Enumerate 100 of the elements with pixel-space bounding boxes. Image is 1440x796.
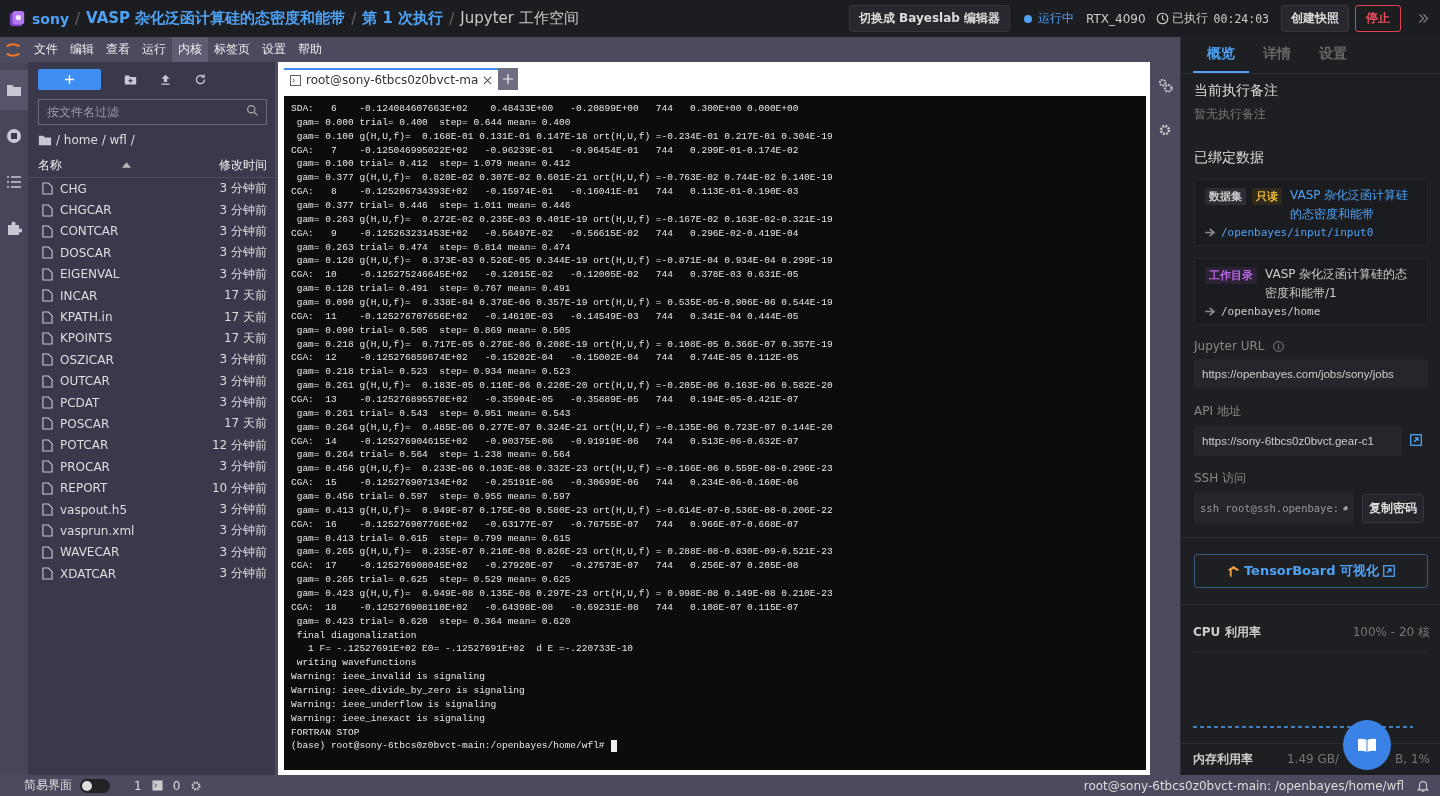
- switch-editor-button[interactable]: 切换成 Bayeslab 编辑器: [848, 5, 1011, 32]
- close-icon[interactable]: [483, 75, 493, 85]
- terminal-line: gam= 0.423 g(H,U,f)= 0.949E-08 0.135E-08 0.297E-23 ort(H,U,f) = 0.998E-08 0.149E-08 0.210E-23: [295, 588, 833, 600]
- kernel-count: 1: [134, 778, 142, 793]
- file-name[interactable]: REPORT: [60, 481, 212, 496]
- tag: 工作目录: [1205, 267, 1257, 284]
- tensorboard-button[interactable]: TensorBoard 可视化: [1194, 554, 1428, 588]
- file-icon: [42, 545, 53, 559]
- refresh-icon[interactable]: [194, 72, 207, 86]
- menu-item[interactable]: 标签页: [208, 37, 256, 62]
- gear-icon[interactable]: [1158, 123, 1172, 137]
- menu-item[interactable]: 查看: [100, 37, 136, 62]
- file-name[interactable]: CHGCAR: [60, 203, 220, 218]
- breadcrumb-link[interactable]: 第 1 次执行: [362, 9, 444, 28]
- menu-item[interactable]: 帮助: [292, 37, 328, 62]
- file-name[interactable]: vasprun.xml: [60, 523, 220, 538]
- new-folder-icon[interactable]: [124, 72, 137, 86]
- breadcrumb-link[interactable]: VASP 杂化泛函计算硅的态密度和能带: [86, 9, 346, 28]
- file-name[interactable]: XDATCAR: [60, 566, 220, 581]
- modified-time: 3 分钟前: [219, 201, 267, 219]
- add-tab-icon[interactable]: [498, 68, 519, 90]
- terminal-panel[interactable]: [284, 96, 1146, 770]
- file-name[interactable]: WAVECAR: [60, 545, 220, 560]
- terminal-line: gam= 0.265 trial= 0.625 step= 0.529 mean= 0.625: [295, 574, 571, 587]
- modified-time: 3 分钟前: [219, 522, 267, 540]
- terminal-line: CGA: 10 -0.125275246645E+02 -0.12015E-02 -0.12005E-02 744 0.378E-03 0.631E-05: [291, 269, 799, 282]
- external-link-icon[interactable]: [1410, 434, 1422, 446]
- elapsed-time: 00:24:03: [1213, 11, 1269, 26]
- file-name[interactable]: PCDAT: [60, 395, 220, 410]
- double-chevron-icon[interactable]: [1417, 12, 1430, 25]
- mount-path: /openbayes/home: [1221, 305, 1321, 318]
- folder-tab-icon[interactable]: [0, 70, 28, 110]
- terminal-line: gam= 0.218 g(H,U,f)= 0.717E-05 0.278E-06 0.208E-19 ort(H,U,f) = 0.108E-05 0.366E-07 0.357E-19: [295, 338, 833, 351]
- toggle-switch[interactable]: [80, 778, 110, 793]
- file-icon: [42, 246, 53, 260]
- modified-time: 17 天前: [223, 415, 267, 433]
- logo-icon: [1226, 564, 1240, 578]
- url-field[interactable]: https://openbayes.com/jobs/sony/jobs: [1194, 359, 1428, 389]
- modified-time: 3 分钟前: [219, 265, 267, 283]
- gear-icon[interactable]: [190, 779, 203, 792]
- menu-item[interactable]: 设置: [256, 37, 292, 62]
- panel-tab[interactable]: 概览: [1193, 37, 1249, 73]
- upload-icon[interactable]: [159, 72, 172, 86]
- column-header[interactable]: 修改时间: [219, 156, 267, 174]
- breadcrumb-path[interactable]: / home / wfl /: [56, 133, 135, 147]
- snapshot-button[interactable]: 创建快照: [1281, 5, 1349, 32]
- breadcrumb-separator: /: [449, 9, 455, 28]
- menu-item[interactable]: 内核: [172, 37, 208, 62]
- file-icon: [42, 374, 53, 388]
- bell-icon[interactable]: [1416, 778, 1430, 793]
- modified-time: 17 天前: [223, 287, 267, 305]
- filter-field[interactable]: 按文件名过滤: [38, 99, 267, 125]
- stop-button[interactable]: 停止: [1355, 5, 1401, 32]
- file-name[interactable]: OUTCAR: [60, 374, 220, 389]
- file-name[interactable]: PROCAR: [60, 459, 220, 474]
- file-name[interactable]: INCAR: [60, 288, 224, 303]
- copy-password-button[interactable]: 复制密码: [1362, 493, 1424, 523]
- dataset-link[interactable]: VASP 杂化泛函计算硅的态密度和能带: [1290, 186, 1419, 224]
- breadcrumb-current: Jupyter 工作空间: [460, 9, 579, 28]
- file-name[interactable]: POSCAR: [60, 417, 224, 431]
- gears-icon[interactable]: [1157, 78, 1173, 93]
- file-icon: [42, 438, 53, 452]
- menu-item[interactable]: 文件: [28, 37, 64, 62]
- column-header[interactable]: 名称: [38, 156, 62, 174]
- metric-value: 1.49 GB/: [1287, 752, 1340, 766]
- sort-caret-icon[interactable]: [122, 162, 131, 168]
- new-launcher-button[interactable]: [38, 68, 101, 90]
- terminal-line: gam= 0.261 trial= 0.543 step= 0.951 mean= 0.543: [295, 407, 571, 420]
- file-name[interactable]: vaspout.h5: [60, 502, 220, 517]
- text-cursor: [610, 740, 617, 753]
- modified-time: 3 分钟前: [219, 543, 267, 561]
- simple-mode-label: 简易界面: [24, 777, 72, 794]
- file-name[interactable]: DOSCAR: [60, 245, 220, 260]
- file-name[interactable]: CONTCAR: [60, 224, 220, 239]
- file-icon: [42, 331, 53, 345]
- file-name[interactable]: POTCAR: [60, 438, 212, 453]
- modified-time: 3 分钟前: [219, 394, 267, 412]
- terminal-line: (base) root@sony-6tbcs0z0bvct-main:/openbayes/home/wfl#: [291, 740, 605, 753]
- terminal-line: gam= 0.413 trial= 0.615 step= 0.799 mean= 0.615: [295, 532, 571, 545]
- info-icon: [1272, 340, 1284, 352]
- file-name[interactable]: EIGENVAL: [60, 267, 220, 282]
- terminal-line: Warning: ieee_underflow is signaling: [291, 698, 497, 711]
- ssh-command-field[interactable]: ssh root@ssh.openbaye:: [1194, 493, 1354, 523]
- menu-item[interactable]: 运行: [136, 37, 172, 62]
- modified-time: 3 分钟前: [219, 180, 267, 198]
- terminal-line: Warning: ieee_inexact is signaling: [291, 712, 485, 725]
- file-name[interactable]: OSZICAR: [60, 352, 220, 367]
- chat-button[interactable]: [1343, 720, 1392, 770]
- terminal-line: gam= 0.263 g(H,U,f)= 0.272E-02 0.235E-03 0.401E-19 ort(H,U,f) =-0.167E-02 0.163E-02-0.321E-19: [295, 213, 833, 226]
- file-name[interactable]: KPATH.in: [60, 310, 224, 325]
- metric-title: 内存利用率: [1193, 750, 1253, 768]
- gpu-label: RTX_4090: [1086, 11, 1146, 26]
- file-name[interactable]: KPOINTS: [60, 331, 224, 346]
- menu-item[interactable]: 编辑: [64, 37, 100, 62]
- breadcrumb-link[interactable]: sony: [32, 10, 70, 27]
- section-title: 当前执行备注: [1194, 82, 1279, 100]
- terminal-tab[interactable]: root@sony-6tbcs0z0bvct-ma: [284, 68, 499, 90]
- url-field[interactable]: https://sony-6tbcs0z0bvct.gear-c1: [1194, 426, 1402, 456]
- file-name[interactable]: CHG: [60, 181, 220, 196]
- terminal-line: gam= 0.263 trial= 0.474 step= 0.814 mean= 0.474: [295, 241, 571, 254]
